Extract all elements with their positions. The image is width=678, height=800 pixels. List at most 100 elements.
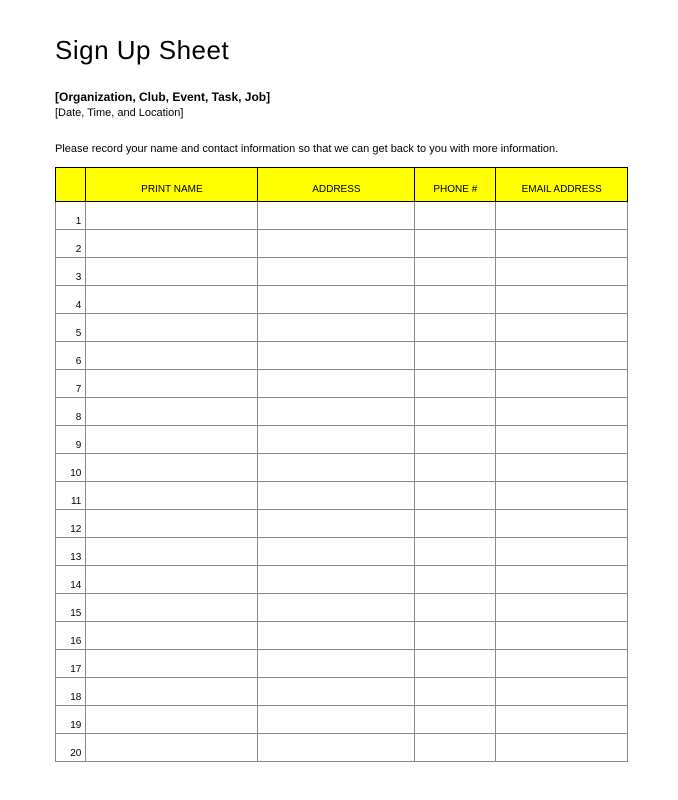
table-row: 12 — [56, 510, 628, 538]
row-number: 2 — [56, 230, 86, 258]
header-phone: PHONE # — [415, 168, 496, 202]
cell — [496, 706, 628, 734]
cell — [415, 566, 496, 594]
cell — [415, 426, 496, 454]
table-row: 5 — [56, 314, 628, 342]
cell — [496, 594, 628, 622]
cell — [258, 678, 415, 706]
cell — [496, 482, 628, 510]
cell — [258, 454, 415, 482]
cell — [86, 202, 258, 230]
cell — [86, 594, 258, 622]
cell — [258, 314, 415, 342]
cell — [258, 538, 415, 566]
cell — [258, 202, 415, 230]
cell — [258, 622, 415, 650]
datetime-location: [Date, Time, and Location] — [55, 107, 628, 119]
cell — [86, 398, 258, 426]
cell — [258, 286, 415, 314]
cell — [86, 230, 258, 258]
table-row: 17 — [56, 650, 628, 678]
cell — [496, 370, 628, 398]
cell — [496, 454, 628, 482]
cell — [415, 650, 496, 678]
row-number: 20 — [56, 734, 86, 762]
row-number: 12 — [56, 510, 86, 538]
cell — [496, 734, 628, 762]
cell — [258, 342, 415, 370]
cell — [496, 650, 628, 678]
cell — [86, 342, 258, 370]
table-row: 19 — [56, 706, 628, 734]
signup-table: PRINT NAME ADDRESS PHONE # EMAIL ADDRESS… — [55, 167, 628, 762]
row-number: 16 — [56, 622, 86, 650]
header-email: EMAIL ADDRESS — [496, 168, 628, 202]
cell — [415, 538, 496, 566]
cell — [258, 398, 415, 426]
cell — [258, 258, 415, 286]
table-header-row: PRINT NAME ADDRESS PHONE # EMAIL ADDRESS — [56, 168, 628, 202]
row-number: 4 — [56, 286, 86, 314]
row-number: 3 — [56, 258, 86, 286]
cell — [415, 342, 496, 370]
row-number: 18 — [56, 678, 86, 706]
row-number: 6 — [56, 342, 86, 370]
table-row: 2 — [56, 230, 628, 258]
cell — [496, 342, 628, 370]
cell — [496, 286, 628, 314]
cell — [86, 734, 258, 762]
row-number: 1 — [56, 202, 86, 230]
table-row: 20 — [56, 734, 628, 762]
row-number: 8 — [56, 398, 86, 426]
table-row: 13 — [56, 538, 628, 566]
table-row: 14 — [56, 566, 628, 594]
table-row: 8 — [56, 398, 628, 426]
table-row: 3 — [56, 258, 628, 286]
table-row: 16 — [56, 622, 628, 650]
cell — [415, 734, 496, 762]
table-row: 6 — [56, 342, 628, 370]
table-row: 9 — [56, 426, 628, 454]
table-row: 15 — [56, 594, 628, 622]
header-address: ADDRESS — [258, 168, 415, 202]
cell — [496, 538, 628, 566]
cell — [415, 594, 496, 622]
cell — [496, 202, 628, 230]
cell — [86, 678, 258, 706]
cell — [86, 426, 258, 454]
row-number: 10 — [56, 454, 86, 482]
cell — [496, 566, 628, 594]
table-row: 4 — [56, 286, 628, 314]
row-number: 17 — [56, 650, 86, 678]
cell — [86, 566, 258, 594]
subtitle: [Organization, Club, Event, Task, Job] — [55, 90, 628, 104]
cell — [258, 566, 415, 594]
cell — [415, 398, 496, 426]
header-num — [56, 168, 86, 202]
cell — [496, 678, 628, 706]
cell — [86, 286, 258, 314]
cell — [496, 426, 628, 454]
cell — [86, 370, 258, 398]
cell — [86, 258, 258, 286]
cell — [258, 650, 415, 678]
cell — [86, 706, 258, 734]
cell — [415, 454, 496, 482]
cell — [415, 482, 496, 510]
table-row: 10 — [56, 454, 628, 482]
cell — [258, 594, 415, 622]
cell — [258, 706, 415, 734]
row-number: 15 — [56, 594, 86, 622]
cell — [415, 286, 496, 314]
cell — [415, 622, 496, 650]
row-number: 13 — [56, 538, 86, 566]
cell — [258, 510, 415, 538]
cell — [258, 482, 415, 510]
cell — [86, 482, 258, 510]
table-row: 7 — [56, 370, 628, 398]
cell — [415, 706, 496, 734]
page-title: Sign Up Sheet — [55, 35, 628, 66]
cell — [415, 258, 496, 286]
cell — [415, 230, 496, 258]
cell — [258, 426, 415, 454]
